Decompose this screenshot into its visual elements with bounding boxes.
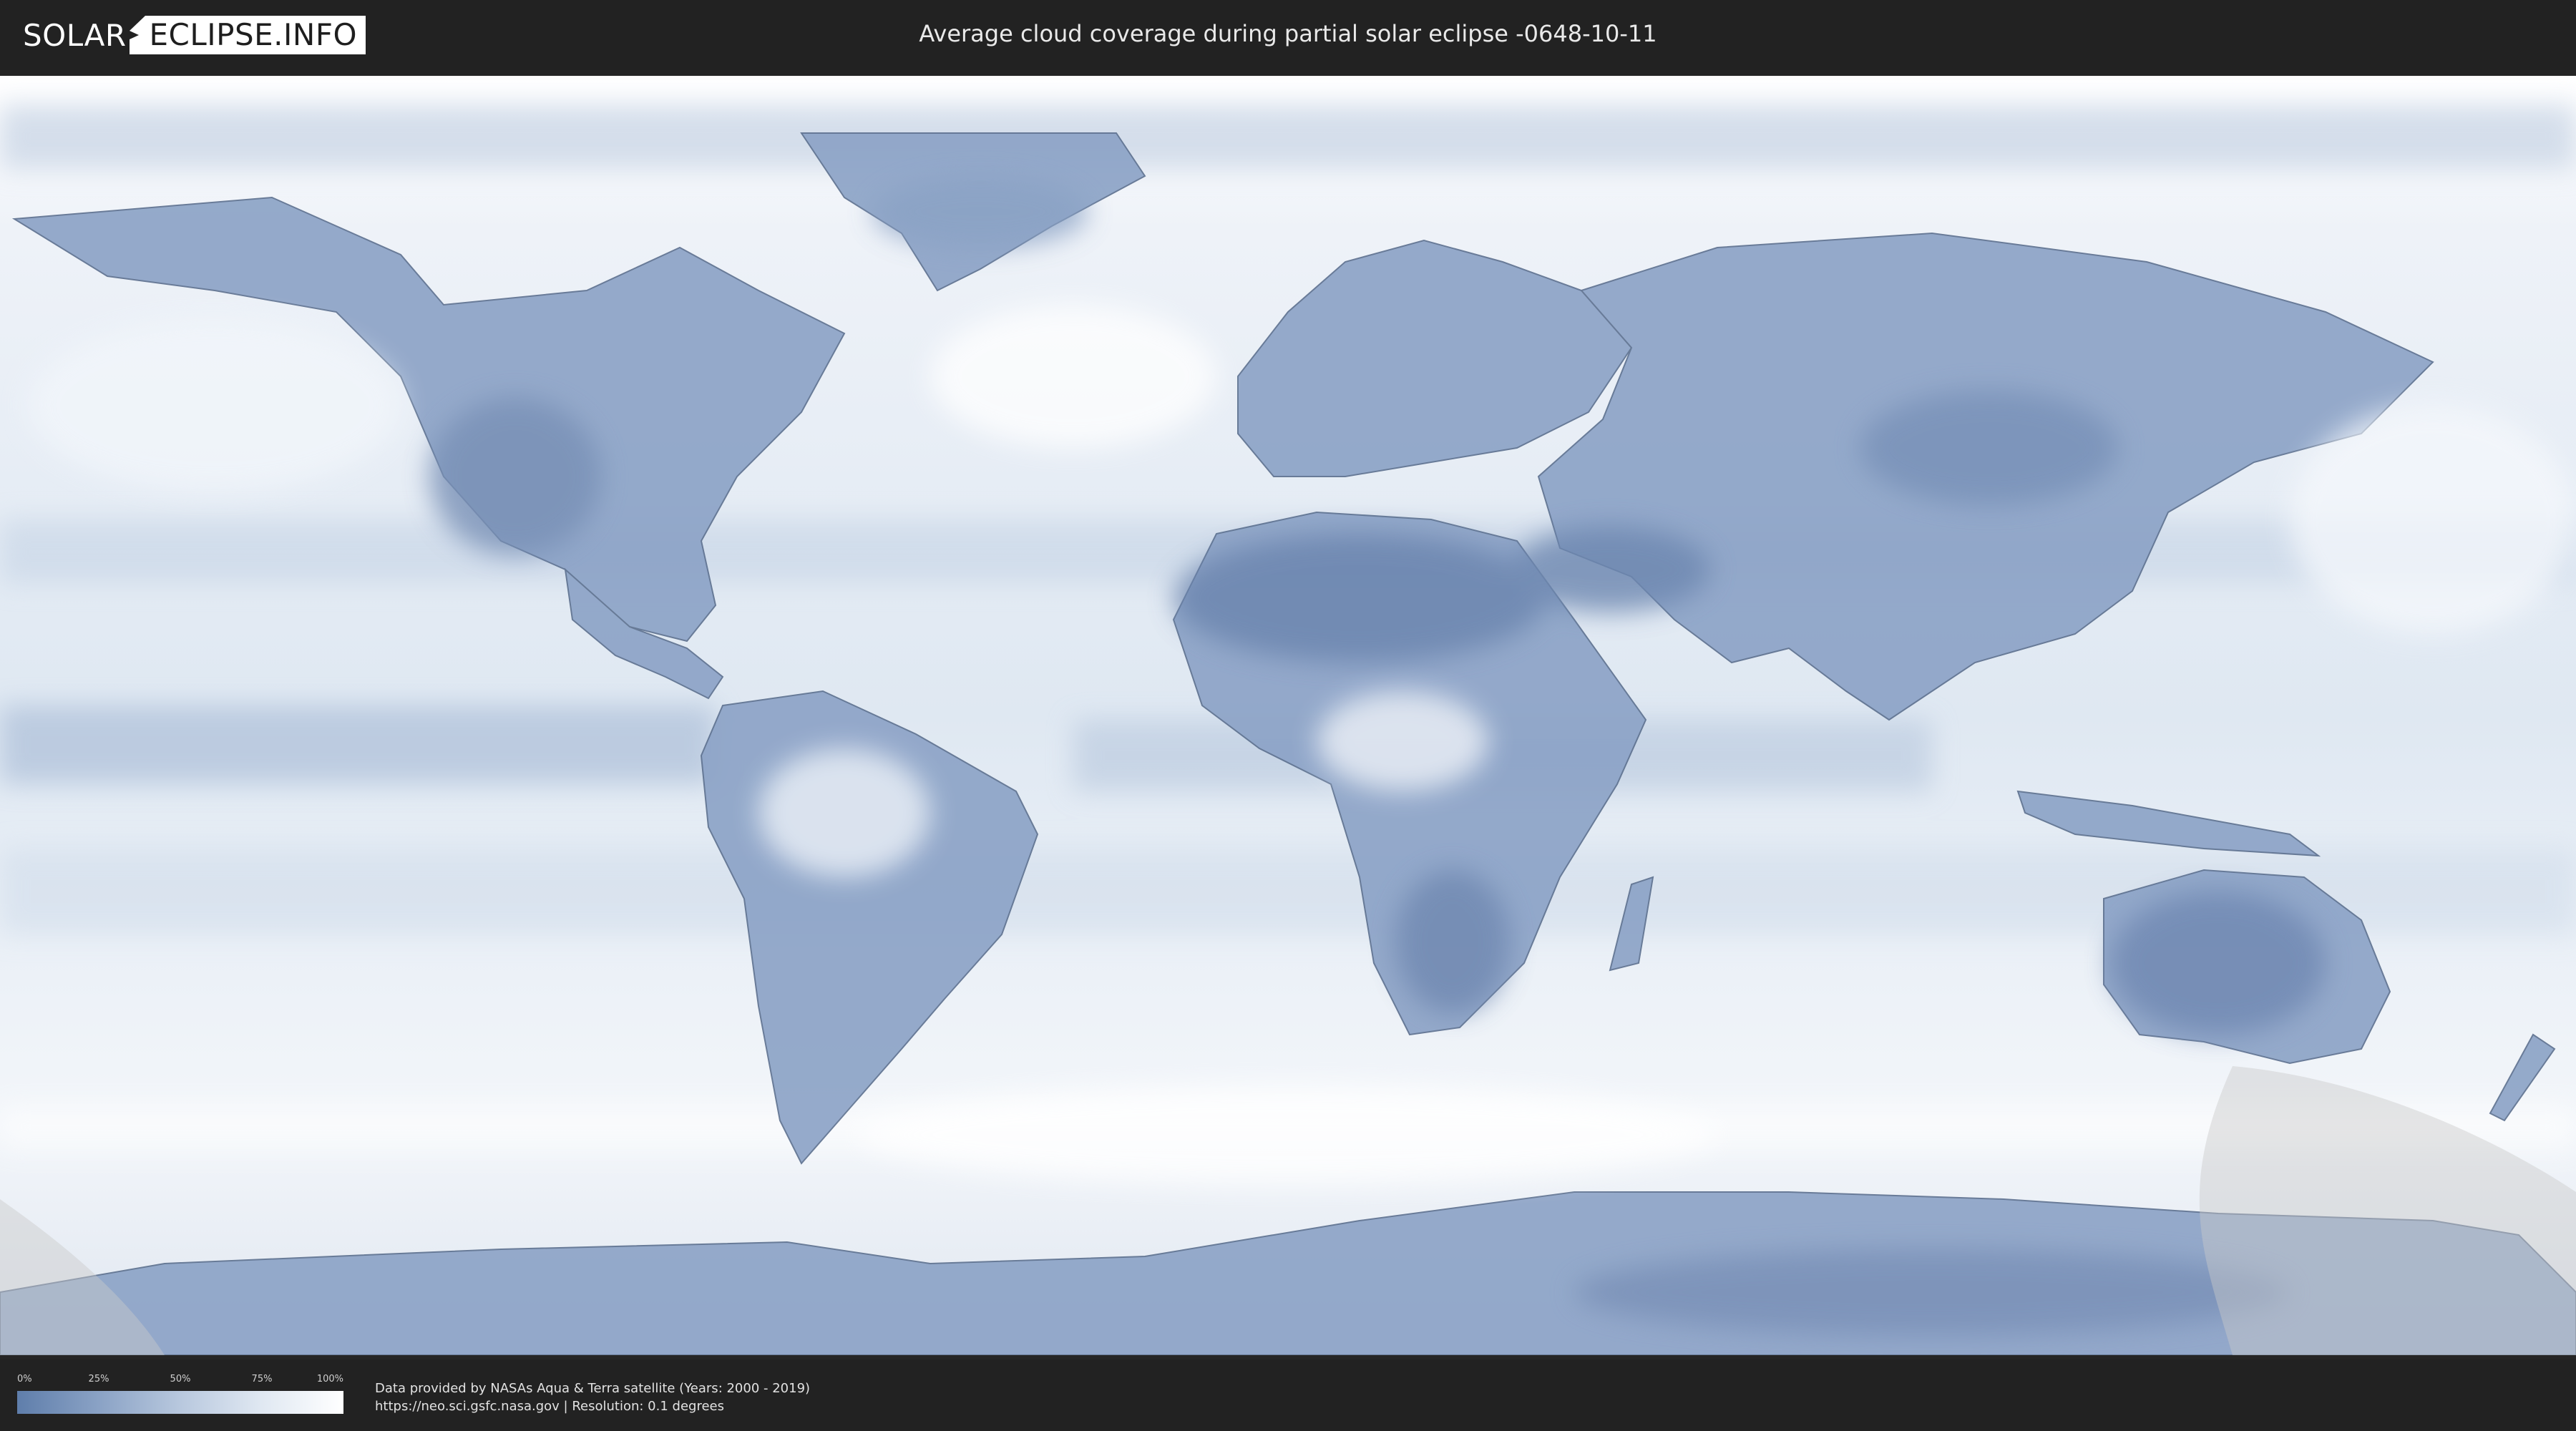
legend-color-bar: [17, 1391, 343, 1414]
footer-bar: 0% 25% 50% 75% 100% Data provided by NAS…: [0, 1359, 2576, 1431]
legend-ticks: 0% 25% 50% 75% 100%: [17, 1374, 343, 1388]
legend-tick-50: 50%: [170, 1374, 191, 1384]
world-map-svg: [0, 76, 2576, 1355]
cloud-coverage-legend: 0% 25% 50% 75% 100%: [17, 1374, 343, 1414]
credits-line-url[interactable]: https://neo.sci.gsfc.nasa.gov | Resoluti…: [375, 1397, 810, 1415]
legend-tick-100: 100%: [316, 1374, 343, 1384]
header-bar: SOLAR ECLIPSE.INFO Average cloud coverag…: [0, 0, 2576, 70]
data-credits: Data provided by NASAs Aqua & Terra sate…: [375, 1379, 810, 1415]
legend-tick-25: 25%: [88, 1374, 109, 1384]
legend-tick-0: 0%: [17, 1374, 32, 1384]
page-title: Average cloud coverage during partial so…: [919, 20, 1657, 47]
legend-tick-75: 75%: [251, 1374, 273, 1384]
credits-line-source: Data provided by NASAs Aqua & Terra sate…: [375, 1381, 811, 1396]
cloud-coverage-map[interactable]: [0, 76, 2576, 1355]
